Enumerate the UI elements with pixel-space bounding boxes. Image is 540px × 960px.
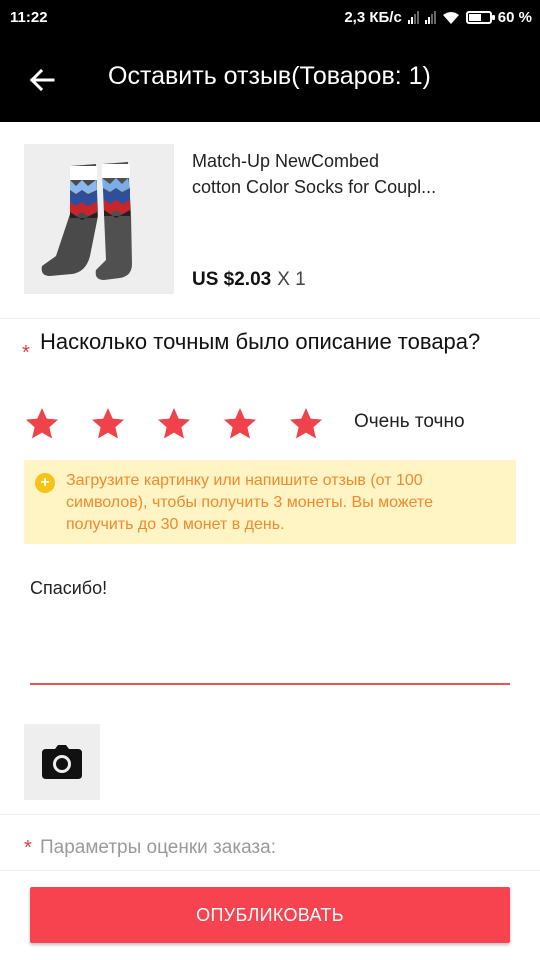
product-name-line2: cotton Color Socks for Coupl... [192,177,437,197]
camera-icon [42,745,82,779]
divider [0,814,540,815]
signal-icon-2 [424,11,436,24]
product-name-line1: Match-Up NewCombed [192,151,380,171]
publish-button[interactable]: ОПУБЛИКОВАТЬ [30,887,510,943]
signal-icon [407,11,419,24]
back-button[interactable] [22,60,62,100]
product-quantity: X 1 [277,269,306,290]
coin-icon: + [35,473,55,493]
notice-text: Загрузите картинку или напишите отзыв (о… [66,472,433,533]
product-price-row: US $2.03 X 1 [192,269,306,291]
status-time: 11:22 [10,9,48,26]
divider-2 [0,870,540,871]
star-icon-5[interactable] [288,406,324,442]
add-photo-button[interactable] [24,724,100,800]
page-title: Оставить отзыв(Товаров: 1) [108,62,431,90]
star-icon-3[interactable] [156,406,192,442]
app-bar: Оставить отзыв(Товаров: 1) [0,36,540,122]
coins-notice: + Загрузите картинку или напишите отзыв … [24,460,516,544]
arrow-left-icon [29,69,55,91]
product-card: Match-Up NewCombed cotton Color Socks fo… [0,122,540,319]
status-icons: 2,3 КБ/с 60 % [344,9,532,26]
product-name[interactable]: Match-Up NewCombed cotton Color Socks fo… [192,148,522,200]
review-input[interactable]: Спасибо! [30,565,510,685]
star-icon-4[interactable] [222,406,258,442]
rating-question-text: Насколько точным было описание товара? [40,329,481,354]
battery-percent: 60 % [497,9,532,26]
rating-label: Очень точно [354,411,465,432]
required-mark-2: * [24,837,32,859]
battery-icon [465,11,495,24]
required-mark: * [22,342,30,364]
socks-image [24,144,174,294]
star-icon-1[interactable] [24,406,60,442]
product-price: US $2.03 [192,269,272,290]
wifi-icon [442,11,459,24]
status-bar: 11:22 2,3 КБ/с 60 % [0,0,540,36]
review-text: Спасибо! [30,578,108,598]
order-params-label: Параметры оценки заказа: [40,837,276,858]
star-icon-2[interactable] [90,406,126,442]
star-rating [24,406,324,442]
network-speed: 2,3 КБ/с [344,9,402,26]
